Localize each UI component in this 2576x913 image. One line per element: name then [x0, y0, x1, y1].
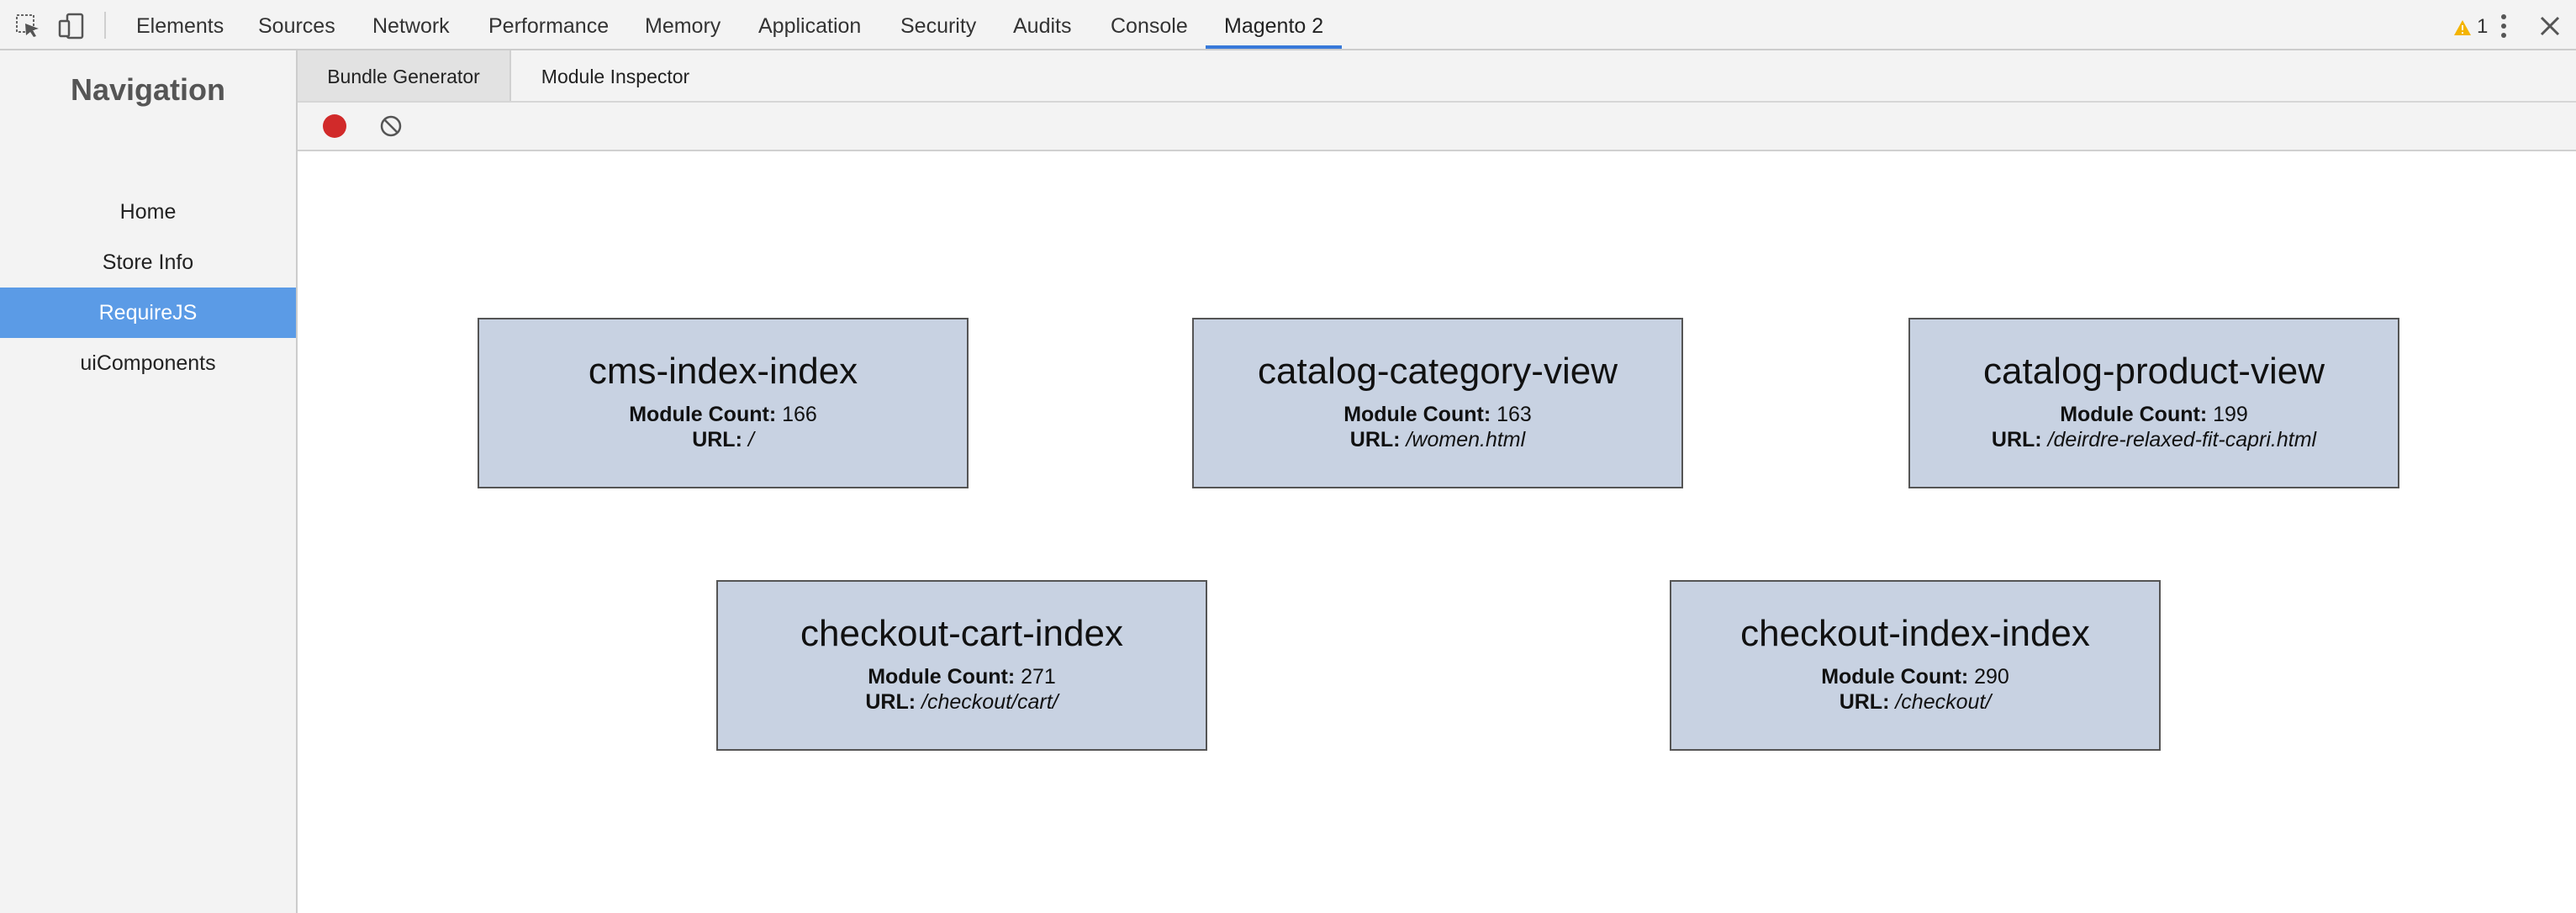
bundle-name: catalog-category-view: [1258, 351, 1618, 392]
module-count-label: Module Count:: [1821, 665, 1969, 689]
navigation-title: Navigation: [70, 72, 226, 107]
tab-magento-2[interactable]: Magento 2: [1224, 0, 1323, 49]
warnings-counter[interactable]: 1: [2453, 10, 2488, 44]
tab-console[interactable]: Console: [1111, 0, 1188, 49]
bundle-url: URL: /deirdre-relaxed-fit-capri.html: [1910, 427, 2398, 452]
url-label: URL:: [865, 690, 916, 714]
bundle-url: URL: /: [479, 427, 967, 452]
bundle-name: cms-index-index: [588, 351, 858, 392]
warning-count: 1: [2477, 15, 2489, 38]
nav-item-uicomponents[interactable]: uiComponents: [0, 338, 296, 388]
warning-icon: [2454, 19, 2471, 35]
clear-icon[interactable]: [378, 113, 404, 139]
bundle-name: checkout-cart-index: [800, 613, 1123, 654]
bundle-toolbar: [298, 103, 2576, 151]
module-count-value: 163: [1497, 403, 1532, 426]
nav-item-requirejs[interactable]: RequireJS: [0, 288, 296, 338]
tab-security[interactable]: Security: [900, 0, 976, 49]
nav-item-home[interactable]: Home: [0, 187, 296, 237]
url-value: /: [747, 428, 754, 451]
record-icon[interactable]: [323, 114, 346, 138]
nav-item-store-info[interactable]: Store Info: [0, 237, 296, 288]
module-count-value: 271: [1021, 665, 1056, 689]
devtools-toolbar: Elements Sources Network Performance Mem…: [0, 0, 2576, 50]
bundle-card[interactable]: checkout-index-index Module Count: 290 U…: [1670, 580, 2161, 751]
sidebar-navigation: Navigation Home Store Info RequireJS uiC…: [0, 50, 298, 913]
url-label: URL:: [1839, 690, 1890, 714]
tab-audits[interactable]: Audits: [1013, 0, 1071, 49]
tab-performance[interactable]: Performance: [488, 0, 609, 49]
url-value: /checkout/cart/: [921, 690, 1058, 714]
bundle-url: URL: /women.html: [1194, 427, 1681, 452]
url-label: URL:: [1991, 428, 2042, 451]
inspect-element-icon[interactable]: [13, 12, 42, 40]
url-label: URL:: [1349, 428, 1401, 451]
module-count-label: Module Count:: [868, 665, 1016, 689]
bundle-module-count: Module Count: 199: [1910, 402, 2398, 427]
module-count-value: 290: [1974, 665, 2009, 689]
bundle-card[interactable]: cms-index-index Module Count: 166 URL: /: [478, 318, 969, 488]
url-label: URL:: [692, 428, 742, 451]
module-count-label: Module Count:: [1343, 403, 1491, 426]
active-tab-indicator: [1206, 45, 1342, 49]
bundle-module-count: Module Count: 290: [1671, 664, 2159, 689]
tab-elements[interactable]: Elements: [136, 0, 224, 49]
bundle-name: checkout-index-index: [1740, 613, 2090, 654]
url-value: /checkout/: [1895, 690, 1992, 714]
toolbar-divider: [104, 12, 106, 39]
url-value: /deirdre-relaxed-fit-capri.html: [2047, 428, 2317, 451]
device-toolbar-icon[interactable]: [57, 12, 86, 40]
bundle-module-count: Module Count: 271: [718, 664, 1206, 689]
tab-network[interactable]: Network: [372, 0, 450, 49]
module-count-label: Module Count:: [629, 403, 777, 426]
bundle-card[interactable]: checkout-cart-index Module Count: 271 UR…: [716, 580, 1207, 751]
bundle-url: URL: /checkout/cart/: [718, 689, 1206, 715]
bundle-card[interactable]: catalog-product-view Module Count: 199 U…: [1908, 318, 2399, 488]
module-count-value: 166: [782, 403, 817, 426]
tab-bundle-generator[interactable]: Bundle Generator: [298, 50, 511, 101]
url-value: /women.html: [1406, 428, 1526, 451]
bundle-card[interactable]: catalog-category-view Module Count: 163 …: [1192, 318, 1683, 488]
tab-sources[interactable]: Sources: [258, 0, 335, 49]
bundle-module-count: Module Count: 163: [1194, 402, 1681, 427]
bundle-module-count: Module Count: 166: [479, 402, 967, 427]
close-icon[interactable]: [2537, 13, 2563, 39]
more-options-icon[interactable]: [2494, 12, 2514, 40]
bundle-name: catalog-product-view: [1983, 351, 2325, 392]
panel-tabs: Bundle Generator Module Inspector: [298, 50, 2576, 103]
tab-application[interactable]: Application: [758, 0, 861, 49]
module-count-label: Module Count:: [2060, 403, 2208, 426]
module-count-value: 199: [2213, 403, 2248, 426]
bundle-url: URL: /checkout/: [1671, 689, 2159, 715]
tab-memory[interactable]: Memory: [645, 0, 721, 49]
tab-module-inspector[interactable]: Module Inspector: [511, 50, 720, 101]
